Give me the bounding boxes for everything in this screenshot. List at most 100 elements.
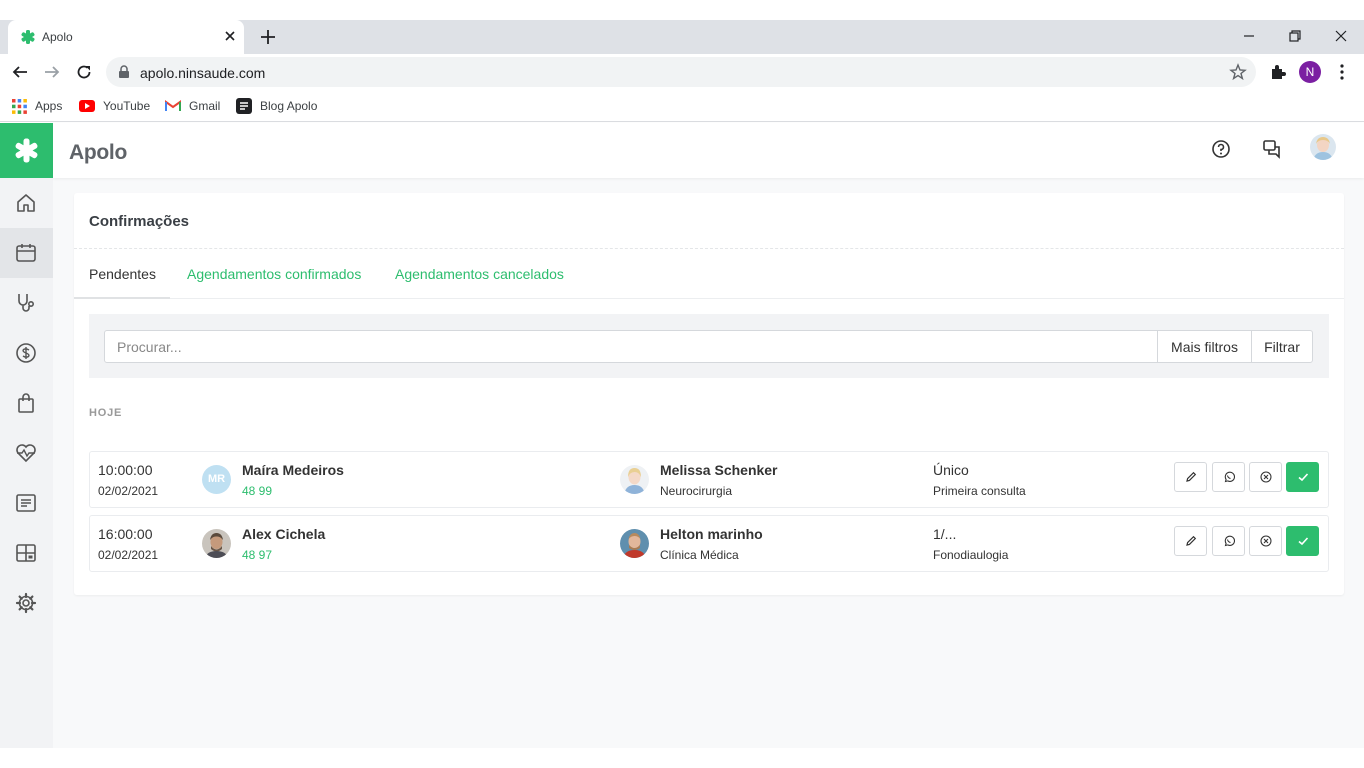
doctor-avatar (620, 465, 649, 494)
extensions-icon[interactable] (1269, 63, 1287, 81)
doctor-avatar (620, 529, 649, 558)
tab-agendamentos-cancelados[interactable]: Agendamentos cancelados (395, 266, 564, 282)
user-photo (1310, 134, 1336, 160)
doctor-specialty: Clínica Médica (660, 548, 739, 562)
redacted-phone (272, 544, 372, 566)
address-bar[interactable]: apolo.ninsaude.com (106, 57, 1256, 87)
sidebar-item-agenda[interactable] (0, 228, 53, 278)
brand-name: Apolo (69, 141, 127, 164)
help-icon[interactable] (1210, 138, 1232, 160)
blog-icon (236, 98, 252, 114)
patient-name[interactable]: Maíra Medeiros (242, 462, 344, 478)
bookmark-gmail[interactable]: Gmail (165, 97, 220, 115)
app-sidebar (0, 123, 53, 748)
bookmark-label: Apps (35, 99, 63, 113)
browser-toolbar: apolo.ninsaude.com N (0, 54, 1364, 90)
sidebar-item-home[interactable] (0, 178, 53, 228)
cancel-circle-icon (1260, 535, 1272, 547)
app-logo[interactable] (0, 123, 53, 178)
whatsapp-button[interactable] (1212, 526, 1245, 556)
edit-button[interactable] (1174, 526, 1207, 556)
forward-icon[interactable] (43, 63, 61, 81)
shopping-bag-icon (18, 393, 34, 413)
appointment-type: 1/... (933, 526, 957, 542)
bookmark-youtube[interactable]: YouTube (79, 97, 150, 115)
dollar-icon (16, 343, 36, 363)
whatsapp-button[interactable] (1212, 462, 1245, 492)
browser-menu-icon[interactable] (1334, 63, 1350, 81)
user-avatar[interactable] (1310, 134, 1336, 160)
appointment-subtype: Primeira consulta (933, 484, 1026, 498)
page-title: Confirmações (89, 213, 190, 230)
profile-avatar[interactable]: N (1299, 61, 1321, 83)
back-icon[interactable] (11, 63, 29, 81)
patient-phone[interactable]: 48 99 (242, 484, 272, 498)
bookmark-star-icon[interactable] (1229, 63, 1247, 81)
bookmark-blog-apolo[interactable]: Blog Apolo (236, 97, 317, 115)
sidebar-item-settings[interactable] (0, 578, 53, 628)
asterisk-logo-icon (15, 138, 38, 163)
sidebar-item-modules[interactable] (0, 528, 53, 578)
bookmark-label: YouTube (103, 99, 151, 113)
apps-grid-icon (12, 98, 27, 114)
appointment-time: 10:00:00 (98, 462, 153, 478)
doctor-photo (620, 465, 649, 494)
sidebar-item-finance[interactable] (0, 328, 53, 378)
sidebar-item-store[interactable] (0, 378, 53, 428)
appointment-row[interactable]: 16:00:00 02/02/2021 Alex Cichela 48 97 H… (89, 515, 1329, 572)
tab-agendamentos-confirmados[interactable]: Agendamentos confirmados (187, 266, 361, 282)
pencil-icon (1186, 471, 1197, 482)
edit-button[interactable] (1174, 462, 1207, 492)
more-filters-button[interactable]: Mais filtros (1157, 330, 1252, 363)
doctor-photo (620, 529, 649, 558)
appointment-subtype: Fonodiaulogia (933, 548, 1009, 562)
patient-avatar (202, 529, 231, 558)
cancel-button[interactable] (1249, 462, 1282, 492)
apolo-favicon-icon (21, 30, 35, 44)
restore-icon[interactable] (1287, 28, 1303, 44)
doctor-specialty: Neurocirurgia (660, 484, 733, 498)
bookmark-label: Blog Apolo (260, 99, 318, 113)
patient-photo (202, 529, 231, 558)
search-panel: Mais filtros Filtrar (89, 314, 1329, 378)
sidebar-item-health[interactable] (0, 428, 53, 478)
appointment-row[interactable]: 10:00:00 02/02/2021 MR Maíra Medeiros 48… (89, 451, 1329, 508)
filter-button[interactable]: Filtrar (1251, 330, 1313, 363)
grid-icon (16, 544, 36, 562)
cancel-button[interactable] (1249, 526, 1282, 556)
app-header: Apolo (53, 123, 1364, 178)
new-tab-icon[interactable] (258, 27, 278, 47)
url-text: apolo.ninsaude.com (140, 65, 266, 81)
main-content: Apolo Confirmações Pendentes Agendamento… (53, 123, 1364, 748)
bookmark-label: Gmail (189, 99, 221, 113)
patient-phone[interactable]: 48 97 (242, 548, 272, 562)
sidebar-item-clinic[interactable] (0, 278, 53, 328)
minimize-icon[interactable] (1241, 28, 1257, 44)
close-window-icon[interactable] (1333, 28, 1349, 44)
tab-pendentes[interactable]: Pendentes (89, 266, 156, 282)
browser-tabbar: Apolo (0, 20, 1364, 54)
confirm-button[interactable] (1286, 462, 1319, 492)
window-top-strip (0, 0, 1364, 20)
reload-icon[interactable] (75, 63, 93, 81)
cancel-circle-icon (1260, 471, 1272, 483)
confirm-button[interactable] (1286, 526, 1319, 556)
sidebar-item-reports[interactable] (0, 478, 53, 528)
status-tabs: Pendentes Agendamentos confirmados Agend… (74, 249, 1344, 299)
section-label-today: HOJE (89, 407, 123, 419)
browser-tab[interactable]: Apolo (8, 20, 244, 54)
youtube-icon (79, 100, 95, 112)
redacted-phone (272, 480, 372, 502)
appointment-type: Único (933, 462, 969, 478)
gmail-icon (165, 100, 181, 111)
close-tab-icon[interactable] (222, 28, 238, 44)
patient-name[interactable]: Alex Cichela (242, 526, 325, 542)
patient-avatar: MR (202, 465, 231, 494)
confirmations-card: Confirmações Pendentes Agendamentos conf… (74, 193, 1344, 595)
appointment-time: 16:00:00 (98, 526, 153, 542)
calendar-icon (16, 244, 36, 262)
bookmark-apps[interactable]: Apps (12, 97, 62, 115)
check-icon (1298, 537, 1309, 546)
search-input[interactable] (104, 330, 1158, 363)
chat-icon[interactable] (1261, 138, 1283, 160)
